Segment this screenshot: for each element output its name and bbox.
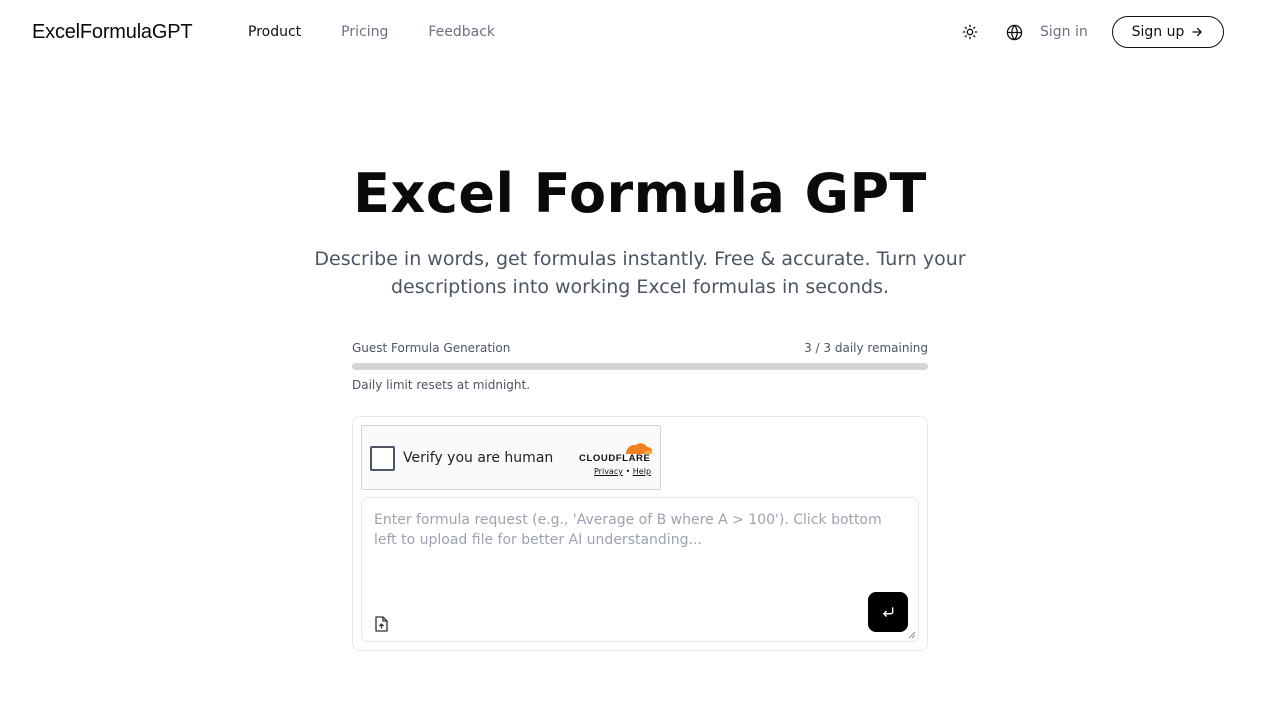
formula-request-input[interactable] [362,498,918,641]
captcha-checkbox[interactable] [370,446,395,471]
globe-icon [1006,24,1022,40]
nav-item-product[interactable]: Product [248,22,301,42]
sign-up-button[interactable]: Sign up [1112,16,1224,48]
sun-icon [962,24,978,40]
usage-label: Guest Formula Generation [352,341,511,355]
upload-file-button[interactable] [374,616,390,632]
sign-up-label: Sign up [1131,24,1185,40]
arrow-right-icon [1192,27,1203,37]
formula-card: Verify you are human CLOUDFLARE Privacy … [352,416,928,651]
nav-item-feedback[interactable]: Feedback [428,22,495,42]
usage-reset-note: Daily limit resets at midnight. [352,378,531,392]
cloudflare-brand: CLOUDFLARE [579,453,651,464]
site-logo[interactable]: ExcelFormulaGPT [32,20,193,44]
usage-progress-bar [352,363,928,370]
theme-toggle-button[interactable] [960,22,980,42]
captcha-widget: Verify you are human CLOUDFLARE Privacy … [361,425,661,490]
enter-icon [883,607,894,617]
site-header: ExcelFormulaGPT Product Pricing Feedback… [0,0,1280,64]
formula-request-box [361,497,919,642]
file-upload-icon [375,616,388,632]
usage-meter: Guest Formula Generation 3 / 3 daily rem… [352,340,928,393]
captcha-help-link[interactable]: Help [633,467,651,476]
captcha-link-separator: • [625,467,631,476]
captcha-links: Privacy • Help [594,467,651,477]
captcha-label: Verify you are human [403,450,554,466]
submit-button[interactable] [868,592,908,632]
captcha-privacy-link[interactable]: Privacy [594,467,623,476]
sign-in-link[interactable]: Sign in [1040,22,1088,42]
nav-item-pricing[interactable]: Pricing [341,22,388,42]
usage-remaining: 3 / 3 daily remaining [804,341,928,355]
page-title: Excel Formula GPT [353,162,927,225]
resize-handle-icon[interactable] [908,631,916,639]
main-nav: Product Pricing Feedback [248,22,535,42]
page-subtitle: Describe in words, get formulas instantl… [314,248,966,298]
language-button[interactable] [1004,22,1024,42]
